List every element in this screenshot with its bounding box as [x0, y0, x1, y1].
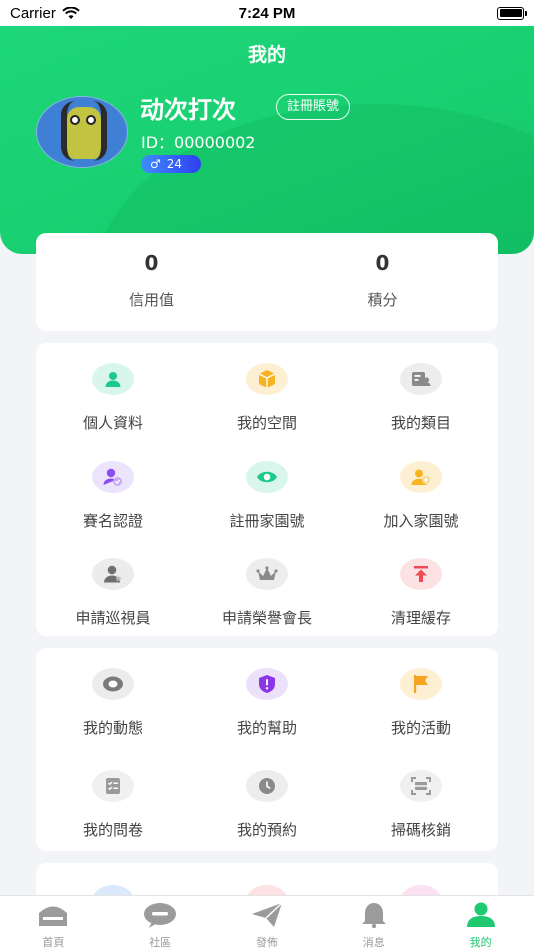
add-user-icon	[400, 460, 442, 493]
male-icon: ♂	[150, 157, 161, 171]
tab-bell[interactable]: 消息	[320, 896, 427, 950]
bell-icon	[357, 902, 391, 932]
credit-stat[interactable]: 0 信用值	[36, 233, 267, 331]
tab-bar: 首頁 社區 發佈 消息 我的	[0, 895, 534, 950]
battery-icon	[497, 6, 527, 20]
avatar[interactable]	[36, 96, 128, 168]
eye-icon	[246, 460, 288, 493]
clear-cache-icon	[400, 558, 442, 591]
crown-icon	[246, 558, 288, 591]
tab-user[interactable]: 我的	[427, 896, 534, 950]
menu-item-label: 我的類目	[390, 414, 451, 432]
tab-send[interactable]: 發佈	[214, 896, 321, 950]
menu-item-label: 我的活動	[390, 719, 451, 737]
menu-item-label: 加入家園號	[383, 511, 459, 530]
menu-group-account: 個人資料 我的空間 我的類目賽名認證 註冊家園號 加入家園號申請巡視員 申請榮譽會長 清理緩…	[36, 343, 498, 636]
points-stat[interactable]: 0 積分	[267, 233, 498, 331]
menu-item-flag[interactable]: 我的活動	[344, 648, 498, 739]
menu-item-label: 我的問卷	[82, 820, 143, 839]
menu-item-label: 清理緩存	[390, 609, 451, 628]
menu-item-checklist[interactable]: 我的問卷	[36, 750, 190, 841]
points-label: 積分	[367, 291, 398, 309]
menu-item-id-card[interactable]: 我的類目	[344, 343, 498, 434]
wifi-icon	[62, 6, 80, 19]
menu-item-box[interactable]: 我的空間	[190, 343, 344, 434]
tab-home[interactable]: 首頁	[0, 896, 107, 950]
profile-icon	[92, 363, 134, 395]
register-account-button[interactable]: 註冊賬號	[276, 94, 351, 120]
tab-label: 首頁	[42, 936, 65, 949]
menu-item-label: 掃碼核銷	[390, 820, 451, 839]
menu-group-activity: 我的動態 我的幫助 我的活動我的問卷 我的預約 掃碼核銷	[36, 648, 498, 851]
inspector-icon	[92, 558, 134, 591]
feed-icon	[92, 668, 134, 700]
menu-item-profile[interactable]: 個人資料	[36, 343, 190, 434]
menu-item-label: 申請榮譽會長	[221, 609, 312, 628]
chat-icon	[143, 902, 177, 932]
tab-label: 社區	[149, 936, 172, 949]
menu-item-shield[interactable]: 我的幫助	[190, 648, 344, 739]
credit-label: 信用值	[128, 291, 174, 309]
gender-age-badge: ♂ 24	[141, 155, 201, 173]
tab-label: 我的	[469, 936, 492, 949]
user-name: 动次打次	[140, 96, 236, 124]
tab-label: 消息	[362, 936, 385, 949]
stats-card: 0 信用值 0 積分	[36, 233, 498, 331]
tab-chat[interactable]: 社區	[107, 896, 214, 950]
send-icon	[250, 902, 284, 932]
status-time: 7:24 PM	[238, 4, 296, 22]
menu-item-label: 申請巡視員	[75, 609, 151, 628]
id-card-icon	[400, 363, 442, 395]
shield-icon	[246, 668, 288, 700]
menu-item-label: 我的空間	[236, 414, 297, 432]
menu-item-label: 我的幫助	[236, 719, 297, 737]
clock-icon	[246, 769, 288, 802]
scan-icon	[400, 769, 442, 802]
points-value: 0	[375, 251, 390, 275]
user-icon	[464, 902, 498, 932]
menu-item-inspector[interactable]: 申請巡視員	[36, 538, 190, 629]
checklist-icon	[92, 769, 134, 802]
carrier-label: Carrier	[10, 4, 56, 22]
status-bar: Carrier 7:24 PM	[0, 0, 534, 26]
menu-item-clear-cache[interactable]: 清理緩存	[344, 538, 498, 629]
flag-icon	[400, 668, 442, 700]
menu-item-scan[interactable]: 掃碼核銷	[344, 750, 498, 841]
home-icon	[36, 902, 70, 932]
menu-item-clock[interactable]: 我的預約	[190, 750, 344, 841]
menu-item-label: 賽名認證	[82, 511, 143, 530]
verified-user-icon	[92, 460, 134, 493]
menu-item-label: 註冊家園號	[229, 511, 305, 530]
menu-item-verified-user[interactable]: 賽名認證	[36, 441, 190, 532]
menu-item-add-user[interactable]: 加入家園號	[344, 441, 498, 532]
menu-item-label: 我的動態	[82, 719, 143, 737]
box-icon	[246, 363, 288, 395]
menu-item-label: 個人資料	[82, 414, 143, 432]
tab-label: 發佈	[255, 936, 278, 949]
menu-item-crown[interactable]: 申請榮譽會長	[190, 538, 344, 629]
menu-item-eye[interactable]: 註冊家園號	[190, 441, 344, 532]
credit-value: 0	[144, 251, 159, 275]
user-id: ID：00000002	[141, 133, 256, 152]
age-label: 24	[166, 157, 183, 171]
page-title: 我的	[247, 44, 286, 66]
menu-item-feed[interactable]: 我的動態	[36, 648, 190, 739]
menu-item-label: 我的預約	[236, 820, 297, 839]
profile-header: 我的 动次打次 註冊賬號 ID：00000002 ♂ 24	[0, 26, 534, 254]
